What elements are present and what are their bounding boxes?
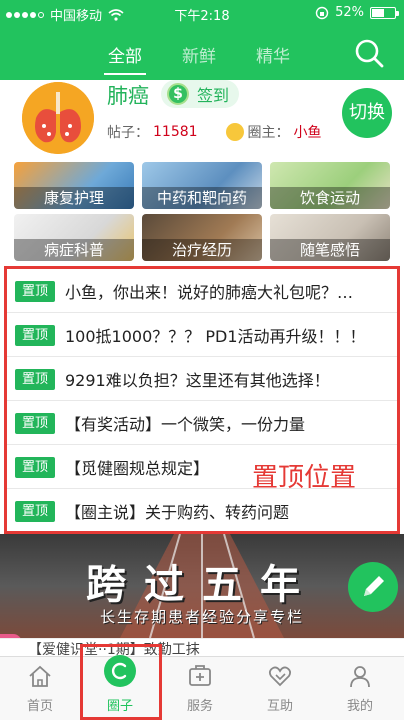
pinned-post[interactable]: 置顶 100抵1000？？？ PD1活动再升级！！！	[7, 313, 397, 357]
tab-all[interactable]: 全部	[104, 42, 146, 75]
category-treatment-story[interactable]: 治疗经历	[142, 214, 262, 261]
pinned-badge: 置顶	[15, 325, 55, 346]
battery-icon	[370, 6, 399, 19]
lungs-icon	[22, 82, 94, 154]
pinned-post[interactable]: 置顶 【圈主说】关于购药、转药问题	[7, 489, 397, 533]
banner-subline: 长生存期患者经验分享专栏	[99, 608, 304, 626]
nav-label: 互助	[266, 699, 293, 714]
pinned-badge: 置顶	[15, 281, 55, 302]
category-rehab-care[interactable]: 康复护理	[14, 162, 134, 209]
rotation-lock-icon	[315, 6, 329, 19]
category-herbal-targeted[interactable]: 中药和靶向药	[142, 162, 262, 209]
category-essays[interactable]: 随笔感悟	[270, 214, 390, 261]
nav-service[interactable]: 服务	[160, 657, 240, 720]
tab-featured[interactable]: 精华	[256, 42, 290, 67]
user-icon	[350, 666, 370, 688]
service-icon	[189, 665, 211, 686]
post-title: 100抵1000？？？ PD1活动再升级！！！	[65, 327, 366, 346]
pinned-posts: 置顶 小鱼，你出来！说好的肺癌大礼包呢？… 置顶 100抵1000？？？ PD1…	[4, 266, 400, 534]
compose-button[interactable]	[348, 562, 398, 612]
forum-name: 肺癌	[107, 84, 149, 108]
nav-label: 我的	[346, 699, 373, 714]
crown-icon	[225, 123, 244, 141]
posts-count: 11581	[153, 124, 198, 140]
promo-banner[interactable]: 跨过五年 长生存期患者经验分享专栏	[0, 534, 404, 638]
nav-label: 服务	[186, 699, 213, 714]
nav-highlight-box	[80, 644, 162, 720]
category-label: 随笔感悟	[270, 239, 390, 261]
category-label: 中药和靶向药	[142, 187, 262, 209]
coin-icon: $	[167, 83, 189, 105]
handshake-icon	[268, 666, 292, 687]
nav-label: 首页	[26, 699, 53, 714]
category-disease-science[interactable]: 病症科普	[14, 214, 134, 261]
forum-avatar	[22, 82, 94, 154]
header: 中国移动 下午2:18 52% 全部 新鲜 精华	[0, 0, 404, 80]
moderator-label: 圈主：	[247, 125, 290, 141]
category-label: 治疗经历	[142, 239, 262, 261]
nav-home[interactable]: 首页	[0, 657, 80, 720]
feed-tabs: 全部 新鲜 精华	[0, 38, 404, 75]
category-label: 饮食运动	[270, 187, 390, 209]
switch-button[interactable]: 切换	[342, 88, 392, 138]
category-label: 病症科普	[14, 239, 134, 261]
tab-fresh[interactable]: 新鲜	[182, 42, 216, 67]
forum-meta: 帖子： 11581 圈主： 小鱼	[107, 122, 322, 142]
home-icon	[29, 665, 51, 687]
pinned-badge: 置顶	[15, 413, 55, 434]
checkin-button[interactable]: $ 签到	[161, 80, 239, 108]
category-diet-exercise[interactable]: 饮食运动	[270, 162, 390, 209]
banner-headline: 跨过五年	[86, 562, 318, 608]
battery-percent: 52%	[335, 5, 364, 20]
post-title: 9291难以负担？这里还有其他选择！	[65, 371, 330, 390]
nav-mutual-aid[interactable]: 互助	[240, 657, 320, 720]
pinned-post[interactable]: 置顶 【有奖活动】一个微笑，一份力量	[7, 401, 397, 445]
category-label: 康复护理	[14, 187, 134, 209]
checkin-label: 签到	[197, 86, 230, 105]
pinned-post[interactable]: 置顶 小鱼，你出来！说好的肺癌大礼包呢？…	[7, 269, 397, 313]
nav-profile[interactable]: 我的	[320, 657, 400, 720]
bottom-nav: 首页 圈子 服务 互助 我的	[0, 655, 404, 720]
status-bar: 中国移动 下午2:18 52%	[0, 0, 404, 26]
next-post-partial[interactable]: 【爱健识堂··1期】致勤工抹	[0, 638, 404, 656]
category-grid: 康复护理 中药和靶向药 饮食运动 病症科普 治疗经历 随笔感悟	[0, 158, 404, 262]
pinned-badge: 置顶	[15, 369, 55, 390]
pinned-badge: 置顶	[15, 501, 55, 522]
pinned-badge: 置顶	[15, 457, 55, 478]
pinned-post[interactable]: 置顶 9291难以负担？这里还有其他选择！	[7, 357, 397, 401]
post-title: 小鱼，你出来！说好的肺癌大礼包呢？…	[65, 283, 354, 302]
moderator-name[interactable]: 小鱼	[294, 122, 322, 142]
search-icon[interactable]	[354, 38, 384, 68]
post-title: 【圈主说】关于购药、转药问题	[65, 503, 290, 522]
post-title: 【有奖活动】一个微笑，一份力量	[65, 415, 306, 434]
posts-label: 帖子：	[107, 125, 149, 141]
pencil-icon	[364, 576, 384, 596]
pinned-annotation: 置顶位置	[252, 463, 357, 493]
forum-info: 肺癌 $ 签到 帖子： 11581 圈主： 小鱼 切换	[0, 80, 404, 158]
